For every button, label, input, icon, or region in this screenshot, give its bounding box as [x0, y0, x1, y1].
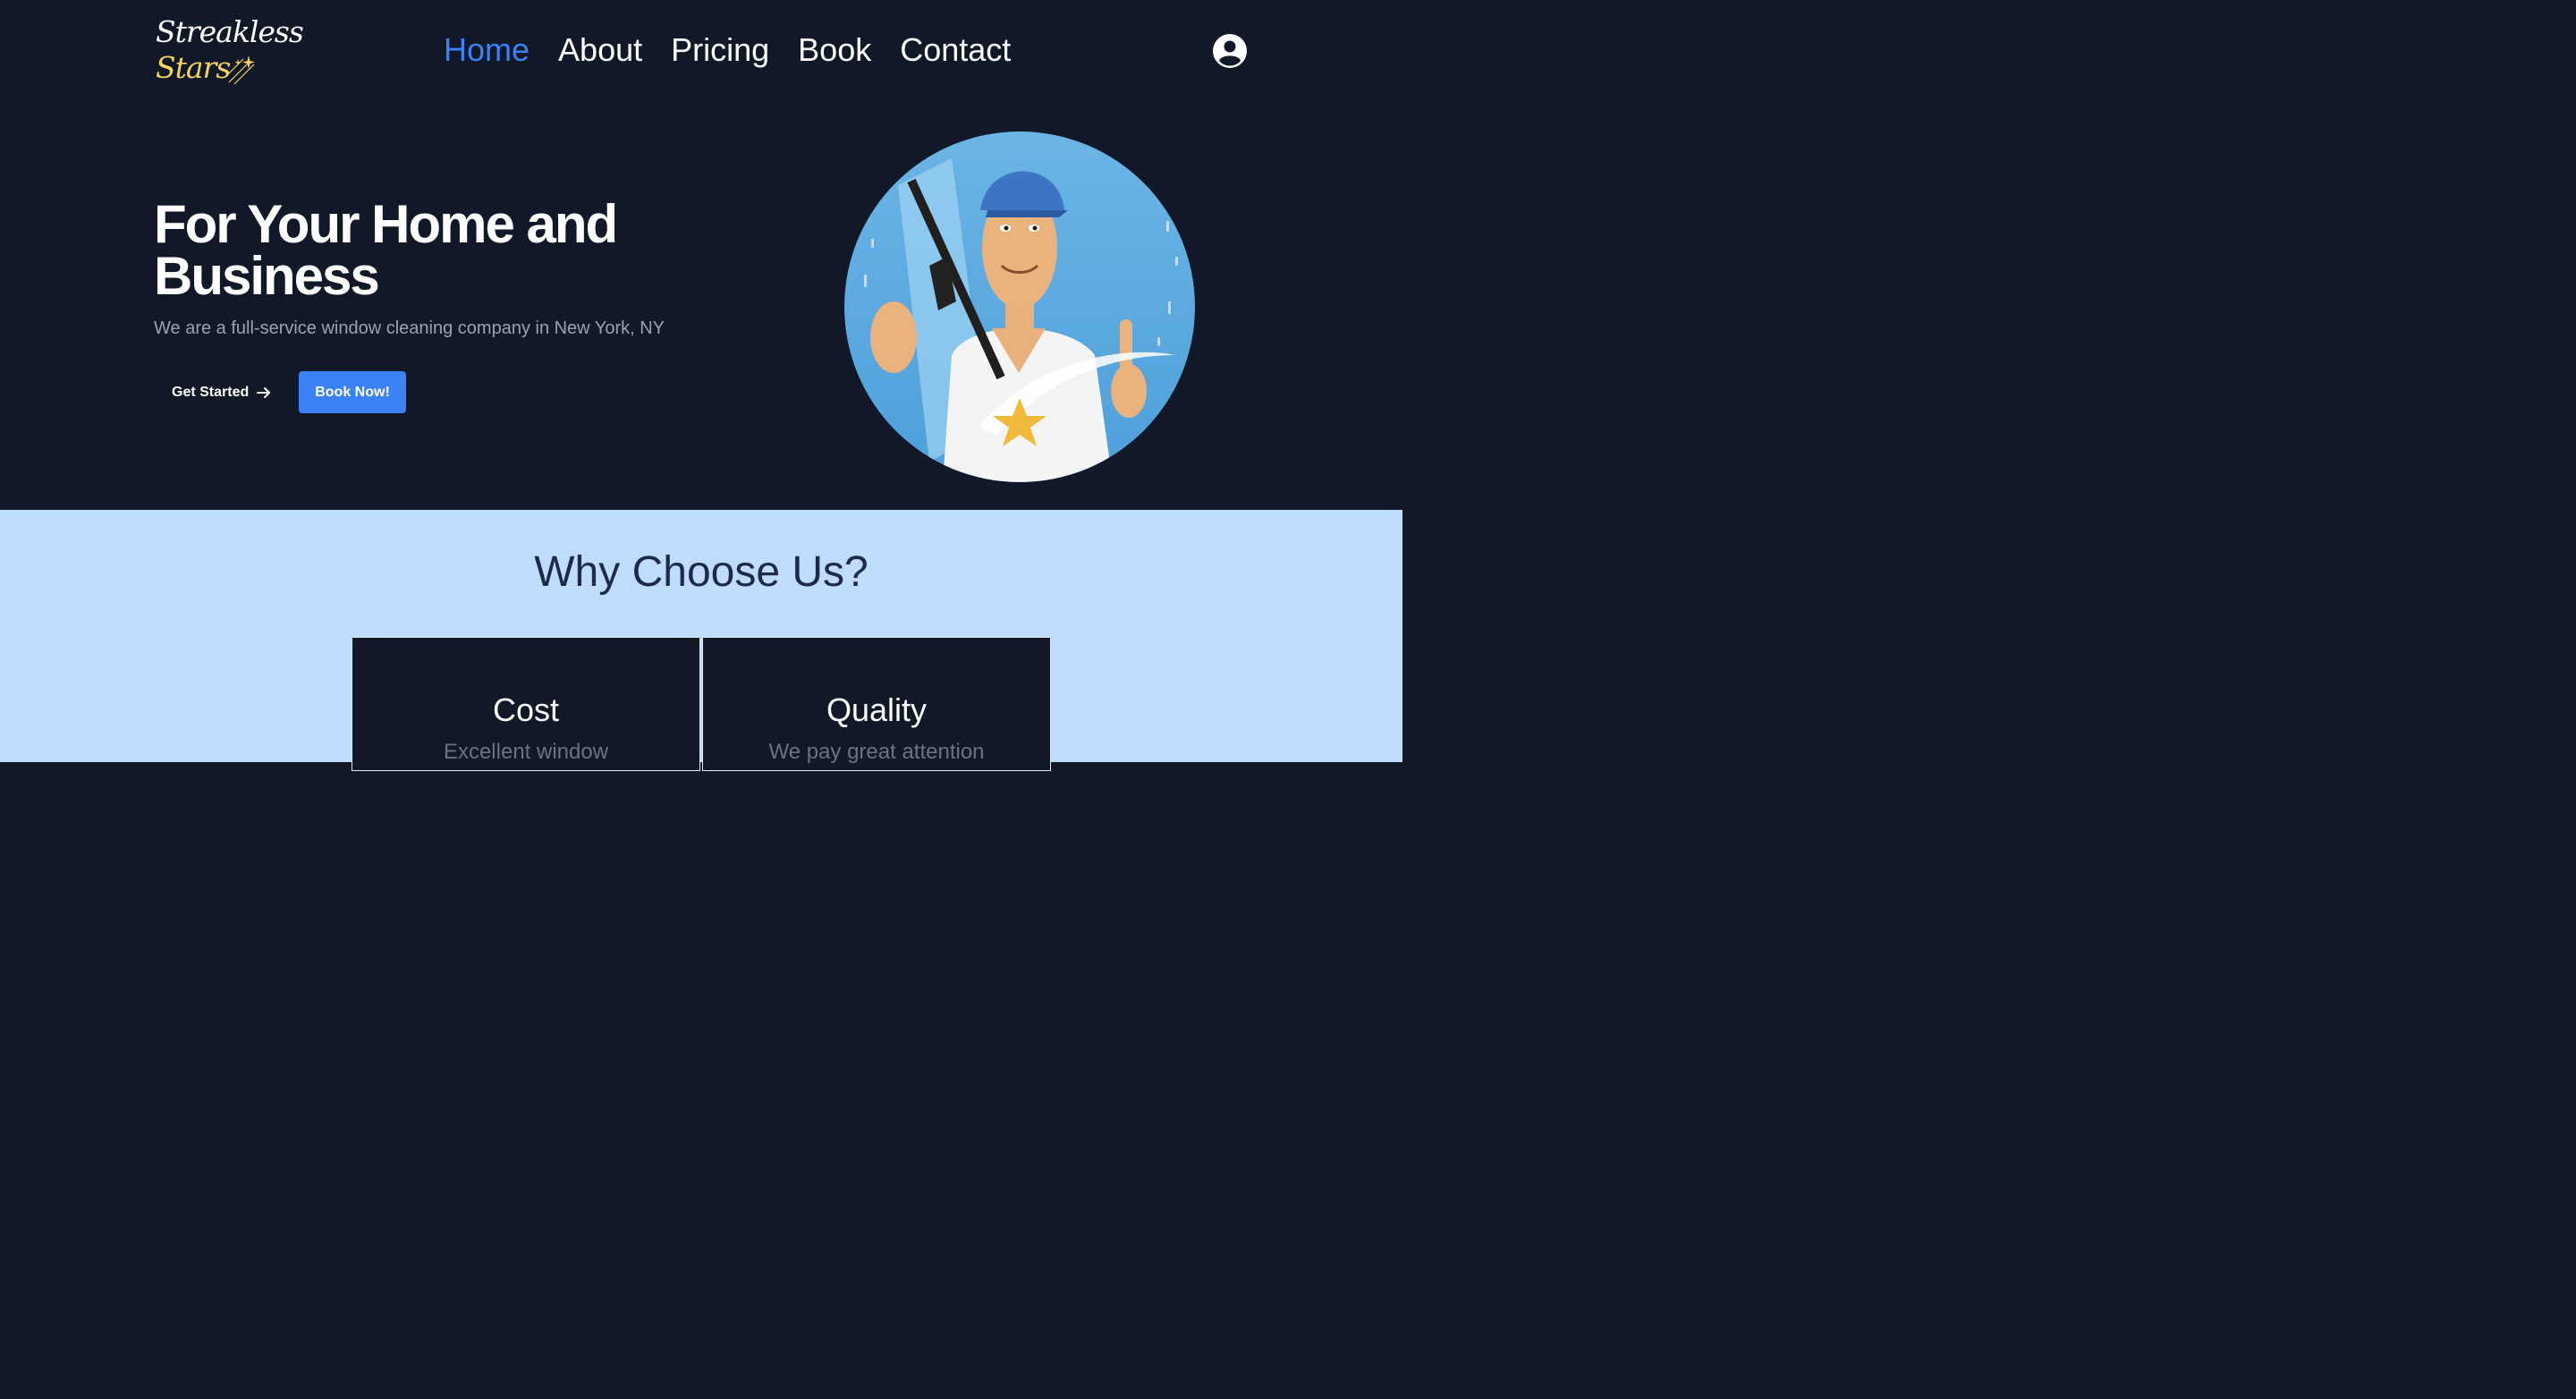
nav-item-home[interactable]: Home	[444, 30, 530, 70]
feature-card-cost: Cost Excellent window	[352, 637, 700, 771]
features-cards: Cost Excellent window Quality We pay gre…	[352, 637, 1051, 771]
card-title: Cost	[492, 691, 560, 728]
feature-card-quality: Quality We pay great attention	[702, 637, 1051, 771]
brand-logo[interactable]: Streakless Stars	[154, 11, 304, 91]
user-circle-icon[interactable]	[1212, 33, 1248, 69]
get-started-button[interactable]: Get Started	[154, 372, 290, 413]
hero-title: For Your Home and Business	[154, 194, 618, 306]
section-title: Why Choose Us?	[534, 548, 869, 596]
book-now-button[interactable]: Book Now!	[299, 371, 406, 413]
card-text: We pay great attention	[768, 740, 985, 764]
hero-subtitle: We are a full-service window cleaning co…	[154, 318, 665, 338]
arrow-right-icon	[257, 387, 271, 398]
nav-item-contact[interactable]: Contact	[900, 30, 1011, 70]
nav-item-book[interactable]: Book	[798, 30, 871, 70]
nav-item-about[interactable]: About	[558, 30, 642, 70]
sparkle-icon	[226, 55, 255, 85]
logo-text-line1: Streakless	[156, 14, 304, 49]
nav-item-pricing[interactable]: Pricing	[671, 30, 769, 70]
main-nav: Home About Pricing Book Contact	[444, 30, 1011, 70]
logo-text-line2: Stars	[156, 50, 231, 85]
hero-section: Streakless Stars Home About Pricing Book…	[0, 0, 1402, 510]
get-started-label: Get Started	[172, 385, 250, 400]
card-text: Excellent window	[443, 740, 609, 764]
why-choose-us-section: Why Choose Us? Cost Excellent window Qua…	[0, 510, 1402, 771]
window-cleaner-illustration	[844, 131, 1195, 482]
card-title: Quality	[826, 691, 928, 728]
